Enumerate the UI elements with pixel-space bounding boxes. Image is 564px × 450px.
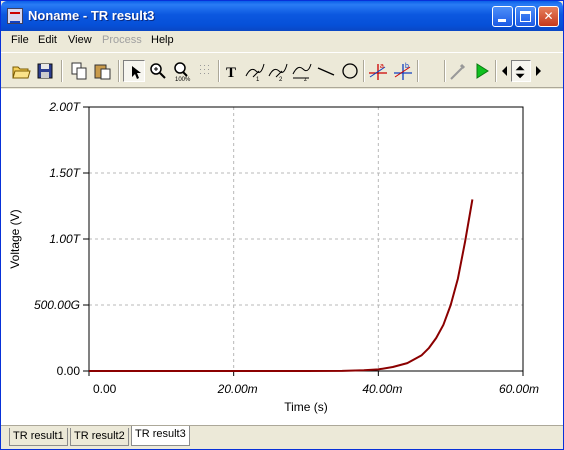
line-tool-button[interactable] [315,60,337,82]
probe-icon [450,63,466,80]
cursor-a-button[interactable]: a [367,60,389,82]
svg-text:2: 2 [279,77,283,82]
menu-bar: File Edit View Process Help [1,31,563,50]
x-tick-label: 60.00m [499,382,539,396]
window-title: Noname - TR result3 [28,8,155,23]
y-tick-label: 0.00 [57,364,81,378]
zoom-fit-icon: 100% [174,62,191,82]
save-icon [37,63,53,79]
paste-icon [94,64,111,80]
maximize-icon [520,11,531,22]
toolbar-separator [118,60,120,82]
copy-button[interactable] [68,60,90,82]
text-tool-button[interactable]: T [221,60,243,82]
grid-icon [200,65,209,74]
select-arrow-icon [132,66,141,79]
menu-process[interactable]: Process [102,34,142,46]
circle-tool-button[interactable] [339,60,361,82]
line-tool-icon [317,67,335,76]
circle-tool-icon [342,63,358,79]
result-tabbar: TR result1 TR result2 TR result3 [1,425,563,449]
x-tick-label: 0.00 [93,382,117,396]
blank-tool [421,60,443,82]
zoom-in-button[interactable] [147,60,169,82]
svg-text:1: 1 [256,77,260,82]
svg-text:100%: 100% [175,77,191,82]
waveform-label-1-button[interactable]: 1 [244,60,266,82]
minimize-icon [498,19,506,22]
scroll-left-button[interactable] [498,60,510,82]
transient-chart: 0.00 20.00m 40.00m 60.00m 0.00 500.00G 1.00T 1… [8,100,539,414]
menu-view[interactable]: View [68,34,92,46]
grid-button[interactable] [195,60,217,82]
scroll-updown-button[interactable] [511,60,531,82]
run-icon [476,63,489,79]
app-icon [7,8,23,24]
zoom-fit-button[interactable]: 100% [171,60,193,82]
toolbar: 100% T 1 2 z a b [1,52,563,88]
waveform-label-1-icon: 1 [245,63,265,82]
app-window: Noname - TR result3 ✕ File Edit View Pro… [0,0,564,450]
select-button[interactable] [123,60,145,82]
close-icon: ✕ [543,9,554,23]
y-tick-label: 500.00G [34,298,80,312]
scroll-right-icon [536,66,541,76]
y-tick-label: 1.50T [49,166,81,180]
scroll-right-button[interactable] [533,60,545,82]
x-tick-label: 40.00m [362,382,402,396]
tab-tr-result1[interactable]: TR result1 [9,428,68,446]
series-line-0 [89,199,474,372]
x-axis-label: Time (s) [284,400,328,414]
zoom-in-icon [150,63,166,79]
toolbar-separator [218,60,220,82]
cursor-b-icon: b [394,63,412,80]
scroll-left-icon [502,66,507,76]
blank-tool-button[interactable] [421,60,443,82]
toolbar-separator [417,60,419,82]
toolbar-separator [495,60,497,82]
y-tick-label: 1.00T [49,232,81,246]
waveform-label-2-icon: 2 [268,63,288,82]
waveform-label-3-icon: z [292,63,312,82]
toolbar-separator [363,60,365,82]
open-button[interactable] [10,60,32,82]
cursor-a-icon: a [369,63,387,80]
cursor-b-button[interactable]: b [392,60,414,82]
text-tool-icon: T [226,65,236,81]
waveform-label-3-button[interactable]: z [291,60,313,82]
svg-text:z: z [304,77,307,82]
maximize-button[interactable] [515,6,536,27]
menu-file[interactable]: File [11,34,29,46]
open-folder-icon [12,66,31,79]
svg-text:b: b [405,63,409,70]
y-tick-label: 2.00T [48,100,81,114]
menu-edit[interactable]: Edit [38,34,57,46]
tab-tr-result2[interactable]: TR result2 [70,428,129,446]
svg-text:T: T [226,65,236,81]
y-axis-label: Voltage (V) [8,209,22,268]
minimize-button[interactable] [492,6,513,27]
paste-button[interactable] [92,60,114,82]
probe-button[interactable] [447,60,469,82]
tab-tr-result3[interactable]: TR result3 [131,426,190,446]
toolbar-separator [61,60,63,82]
save-button[interactable] [34,60,56,82]
copy-icon [71,62,87,80]
close-button[interactable]: ✕ [538,6,559,27]
waveform-label-2-button[interactable]: 2 [267,60,289,82]
toolbar-separator [444,60,446,82]
run-button[interactable] [471,60,493,82]
x-tick-label: 20.00m [217,382,258,396]
svg-text:a: a [380,63,384,70]
menu-help[interactable]: Help [151,34,174,46]
scroll-updown-icon [515,65,525,79]
title-bar[interactable]: Noname - TR result3 ✕ [1,1,563,31]
plot-area[interactable]: 0.00 20.00m 40.00m 60.00m 0.00 500.00G 1.00T 1… [1,89,563,425]
